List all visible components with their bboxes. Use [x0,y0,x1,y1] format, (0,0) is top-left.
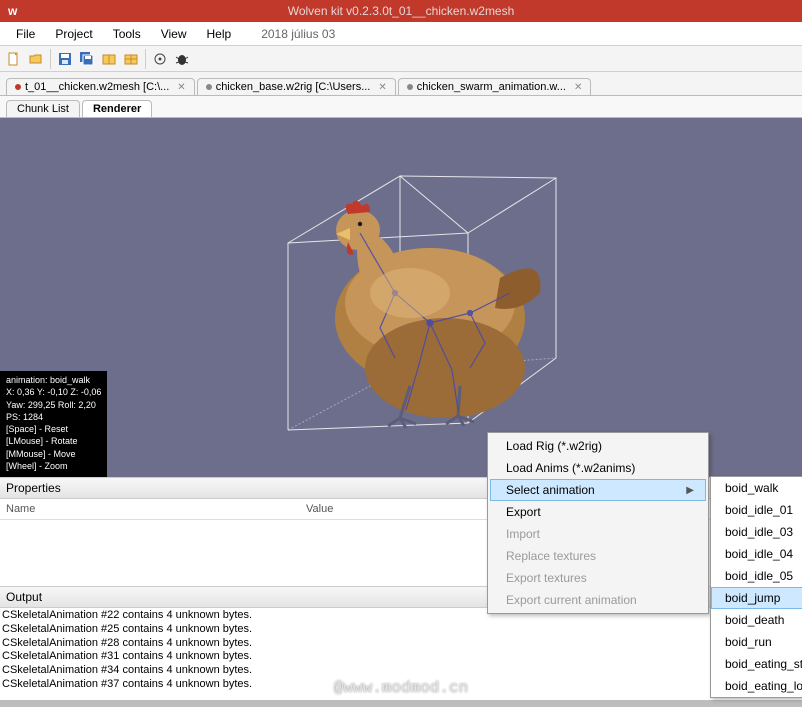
animation-submenu: boid_walk boid_idle_01 boid_idle_03 boid… [710,476,802,698]
ctx-replace-textures: Replace textures [490,545,706,567]
anim-item-boid-idle-04[interactable]: boid_idle_04 [711,543,802,565]
new-icon[interactable] [4,49,24,69]
save-all-icon[interactable] [77,49,97,69]
output-line: CSkeletalAnimation #28 contains 4 unknow… [2,637,800,651]
output-line: CSkeletalAnimation #25 contains 4 unknow… [2,623,800,637]
viewport-stats-overlay: animation: boid_walk X: 0,36 Y: -0,10 Z:… [0,371,107,477]
package-alt-icon[interactable] [121,49,141,69]
anim-item-boid-idle-05[interactable]: boid_idle_05 [711,565,802,587]
toolbar-separator [145,49,146,69]
ctx-export-textures: Export textures [490,567,706,589]
tab-dot-icon [15,84,21,90]
anim-item-boid-eating-loo[interactable]: boid_eating_loo [711,675,802,697]
tab-dot-icon [206,84,212,90]
chevron-right-icon: ▶ [686,485,694,496]
stat-line: [Wheel] - Zoom [6,461,68,471]
title-bar: w Wolven kit v0.2.3.0t_01__chicken.w2mes… [0,0,802,22]
col-name[interactable]: Name [0,499,300,519]
anim-item-boid-death[interactable]: boid_death [711,609,802,631]
anim-item-boid-idle-01[interactable]: boid_idle_01 [711,499,802,521]
toolbar [0,46,802,72]
menu-date: 2018 július 03 [261,27,335,41]
tab-animation[interactable]: chicken_swarm_animation.w... ✕ [398,78,592,95]
settings-icon[interactable] [150,49,170,69]
stat-line: PS: 1284 [6,412,43,422]
context-menu: Load Rig (*.w2rig) Load Anims (*.w2anims… [487,432,709,614]
tab-label: chicken_base.w2rig [C:\Users... [216,81,371,93]
stat-line: animation: boid_walk [6,375,90,385]
open-icon[interactable] [26,49,46,69]
tab-rig[interactable]: chicken_base.w2rig [C:\Users... ✕ [197,78,396,95]
ctx-export[interactable]: Export [490,501,706,523]
close-icon[interactable]: ✕ [378,82,386,93]
anim-item-boid-walk[interactable]: boid_walk [711,477,802,499]
anim-item-boid-jump[interactable]: boid_jump [711,587,802,609]
bug-icon[interactable] [172,49,192,69]
close-icon[interactable]: ✕ [574,82,582,93]
menu-file[interactable]: File [6,24,45,44]
save-icon[interactable] [55,49,75,69]
output-line: CSkeletalAnimation #37 contains 4 unknow… [2,678,800,692]
stat-line: [Space] - Reset [6,424,68,434]
package-icon[interactable] [99,49,119,69]
tab-chunk-list[interactable]: Chunk List [6,100,80,117]
ctx-load-anims[interactable]: Load Anims (*.w2anims) [490,457,706,479]
menu-view[interactable]: View [151,24,197,44]
anim-item-boid-eating-sta[interactable]: boid_eating_sta [711,653,802,675]
stat-line: Yaw: 299,25 Roll: 2,20 [6,400,96,410]
document-tabs: t_01__chicken.w2mesh [C:\... ✕ chicken_ba… [0,72,802,96]
stat-line: [MMouse] - Move [6,449,76,459]
output-line: CSkeletalAnimation #34 contains 4 unknow… [2,664,800,678]
tab-mesh[interactable]: t_01__chicken.w2mesh [C:\... ✕ [6,78,195,95]
tab-label: t_01__chicken.w2mesh [C:\... [25,81,169,93]
toolbar-separator [50,49,51,69]
app-icon: w [8,4,17,18]
menu-tools[interactable]: Tools [103,24,151,44]
sub-tabs: Chunk List Renderer [0,96,802,118]
stat-line: X: 0,36 Y: -0,10 Z: -0,06 [6,387,101,397]
menu-help[interactable]: Help [197,24,242,44]
anim-item-boid-idle-03[interactable]: boid_idle_03 [711,521,802,543]
anim-item-boid-run[interactable]: boid_run [711,631,802,653]
window-title: Wolven kit v0.2.3.0t_01__chicken.w2mesh [288,0,515,22]
viewport-3d[interactable]: animation: boid_walk X: 0,36 Y: -0,10 Z:… [0,118,802,477]
tab-renderer[interactable]: Renderer [82,100,152,117]
ctx-select-animation[interactable]: Select animation▶ [490,479,706,501]
ctx-export-current-animation: Export current animation [490,589,706,611]
ctx-load-rig[interactable]: Load Rig (*.w2rig) [490,435,706,457]
menu-project[interactable]: Project [45,24,102,44]
ctx-import: Import [490,523,706,545]
close-icon[interactable]: ✕ [177,82,185,93]
output-body: CSkeletalAnimation #22 contains 4 unknow… [0,608,802,700]
output-line: CSkeletalAnimation #31 contains 4 unknow… [2,650,800,664]
tab-label: chicken_swarm_animation.w... [417,81,566,93]
stat-line: [LMouse] - Rotate [6,436,78,446]
tab-dot-icon [407,84,413,90]
menu-bar: File Project Tools View Help 2018 július… [0,22,802,46]
col-value[interactable]: Value [300,499,339,519]
scene-canvas [0,118,802,477]
